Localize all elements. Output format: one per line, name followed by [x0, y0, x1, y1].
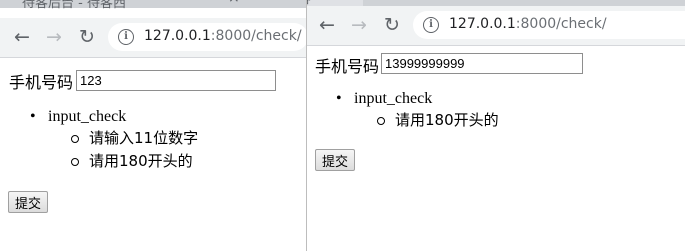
info-icon[interactable]: i — [423, 17, 439, 33]
info-icon[interactable]: i — [118, 29, 134, 45]
reload-icon[interactable]: ↻ — [381, 14, 403, 36]
submit-button[interactable]: 提交 — [315, 149, 356, 171]
error-field-item: input_check 请用180开头的 — [336, 89, 499, 132]
error-field-name: input_check — [354, 90, 433, 107]
error-messages: 请用180开头的 — [377, 109, 499, 132]
error-list: input_check 请用180开头的 — [336, 89, 499, 132]
error-message: 请输入11位数字 — [71, 127, 198, 150]
back-arrow-icon[interactable]: ← — [11, 26, 33, 48]
close-icon[interactable]: × — [228, 0, 240, 6]
page-content: 手机号码 input_check 请输入11位数字 请用180开头的 提交 — [0, 59, 306, 251]
phone-input[interactable] — [76, 70, 276, 91]
error-list: input_check 请输入11位数字 请用180开头的 — [30, 107, 198, 173]
submit-button[interactable]: 提交 — [8, 191, 49, 213]
right-browser-window: 待客 ← → ↻ i 127.0.0.1:8000/check/ 手机号码 in… — [306, 0, 685, 251]
url-text[interactable]: 127.0.0.1:8000/check/ — [449, 16, 607, 32]
phone-input[interactable] — [381, 53, 583, 74]
address-bar[interactable]: i 127.0.0.1:8000/check/ — [413, 11, 685, 39]
forward-arrow-icon[interactable]: → — [43, 26, 65, 48]
error-message: 请用180开头的 — [377, 109, 499, 132]
tab-title[interactable]: 待客后台 - 待客西 — [22, 0, 212, 11]
address-bar[interactable]: i 127.0.0.1:8000/check/ — [108, 23, 306, 51]
error-messages: 请输入11位数字 请用180开头的 — [71, 127, 198, 173]
forward-arrow-icon[interactable]: → — [348, 14, 370, 36]
phone-label: 手机号码 — [315, 57, 380, 76]
left-browser-window: 待客后台 - 待客西 × ← → ↻ i 127.0.0.1:8000/chec… — [0, 0, 306, 251]
error-field-item: input_check 请输入11位数字 请用180开头的 — [30, 107, 198, 173]
url-host: 127.0.0.1 — [144, 28, 211, 44]
browser-toolbar: ← → ↻ i 127.0.0.1:8000/check/ — [307, 6, 685, 46]
error-field-name: input_check — [48, 108, 127, 125]
browser-toolbar: ← → ↻ i 127.0.0.1:8000/check/ — [0, 18, 306, 58]
back-arrow-icon[interactable]: ← — [316, 14, 338, 36]
reload-icon[interactable]: ↻ — [76, 26, 98, 48]
phone-label: 手机号码 — [9, 73, 74, 92]
url-path: :8000/check/ — [515, 16, 607, 32]
tab-strip: 待客后台 - 待客西 × — [0, 0, 306, 11]
page-content: 手机号码 input_check 请用180开头的 提交 — [307, 47, 685, 251]
url-host: 127.0.0.1 — [449, 16, 516, 32]
error-message: 请用180开头的 — [71, 150, 198, 173]
url-text[interactable]: 127.0.0.1:8000/check/ — [144, 28, 302, 44]
url-path: :8000/check/ — [210, 28, 302, 44]
